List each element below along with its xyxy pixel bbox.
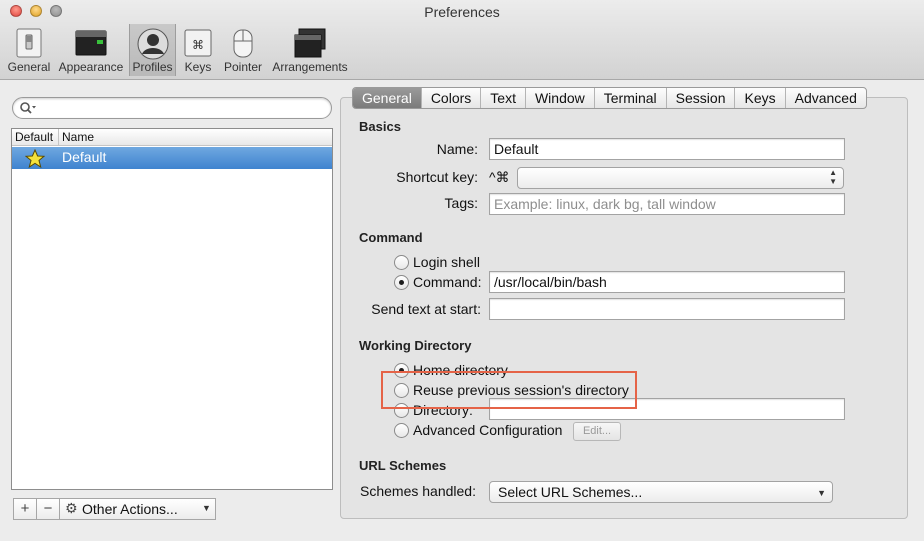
shortcut-modifier-prefix: ^⌘ <box>489 169 510 185</box>
chevron-down-icon: ▼ <box>817 488 826 498</box>
general-switch-icon <box>16 28 42 58</box>
tab-session[interactable]: Session <box>665 88 735 108</box>
toolbar-profiles[interactable]: Profiles <box>129 24 176 76</box>
command-label: Command: <box>413 274 482 290</box>
tags-label: Tags: <box>444 195 478 211</box>
shortcut-key-label: Shortcut key: <box>396 169 478 185</box>
toolbar-label: Arrangements <box>272 60 348 74</box>
tab-colors[interactable]: Colors <box>420 88 480 108</box>
tab-window[interactable]: Window <box>524 88 594 108</box>
column-header-default[interactable]: Default <box>15 130 53 144</box>
command-key-icon: ⌘ <box>184 29 212 57</box>
tab-bar: General Colors Text Window Terminal Sess… <box>352 87 867 109</box>
toolbar-label: Keys <box>184 60 212 74</box>
toolbar-label: Profiles <box>132 60 173 74</box>
toolbar-label: Pointer <box>223 60 263 74</box>
name-label: Name: <box>436 141 478 157</box>
mouse-pointer-icon <box>233 29 253 58</box>
column-header-name[interactable]: Name <box>62 130 94 144</box>
profile-list[interactable]: Default Name Default <box>11 128 333 490</box>
edit-advanced-button[interactable]: Edit... <box>573 422 621 441</box>
profile-row[interactable]: Default <box>12 147 332 169</box>
toolbar: Preferences General Appearance Profiles … <box>0 0 924 80</box>
toolbar-label: General <box>7 60 51 74</box>
add-profile-button[interactable]: + <box>13 498 37 520</box>
tags-field[interactable]: Example: linux, dark bg, tall window <box>489 193 845 215</box>
profile-person-icon <box>137 28 168 60</box>
url-schemes-heading: URL Schemes <box>359 458 447 473</box>
profile-name-field[interactable]: Default <box>489 138 845 160</box>
highlight-box <box>381 371 637 409</box>
shortcut-key-select[interactable]: ▲ ▼ <box>517 167 844 189</box>
command-radio[interactable] <box>394 275 409 290</box>
updown-arrows-icon: ▲ ▼ <box>829 168 837 186</box>
chevron-down-icon: ▼ <box>202 503 211 513</box>
toolbar-general[interactable]: General <box>6 24 52 76</box>
window-arrangements-icon <box>294 28 326 58</box>
profile-search-input[interactable] <box>12 97 332 119</box>
svg-text:⌘: ⌘ <box>192 38 204 52</box>
login-shell-label: Login shell <box>413 254 480 270</box>
command-field[interactable]: /usr/local/bin/bash <box>489 271 845 293</box>
column-divider <box>58 129 59 145</box>
working-directory-heading: Working Directory <box>359 338 472 353</box>
send-text-label: Send text at start: <box>371 301 481 317</box>
basics-heading: Basics <box>359 119 401 134</box>
search-icon <box>20 102 36 114</box>
remove-profile-button[interactable]: − <box>36 498 60 520</box>
tags-placeholder: Example: linux, dark bg, tall window <box>494 196 716 212</box>
gear-icon: ⚙ <box>65 500 78 516</box>
url-schemes-select-value: Select URL Schemes... <box>498 484 643 500</box>
tab-terminal[interactable]: Terminal <box>593 88 666 108</box>
toolbar-appearance[interactable]: Appearance <box>56 24 126 76</box>
toolbar-pointer[interactable]: Pointer <box>220 24 266 76</box>
tab-keys[interactable]: Keys <box>734 88 784 108</box>
profile-list-header: Default Name <box>12 129 332 146</box>
window-title: Preferences <box>424 4 500 20</box>
schemes-handled-label: Schemes handled: <box>360 483 476 499</box>
tab-advanced[interactable]: Advanced <box>784 88 866 108</box>
other-actions-label: Other Actions... <box>82 501 178 517</box>
toolbar-keys[interactable]: ⌘ Keys <box>180 24 216 76</box>
toolbar-arrangements[interactable]: Arrangements <box>270 24 350 76</box>
command-heading: Command <box>359 230 423 245</box>
advanced-configuration-label: Advanced Configuration <box>413 422 563 438</box>
url-schemes-select[interactable]: Select URL Schemes... ▼ <box>489 481 833 503</box>
login-shell-radio[interactable] <box>394 255 409 270</box>
default-star-icon <box>25 149 45 168</box>
toolbar-label: Appearance <box>58 60 124 74</box>
profile-name: Default <box>62 149 107 165</box>
send-text-field[interactable] <box>489 298 845 320</box>
advanced-configuration-radio[interactable] <box>394 423 409 438</box>
tab-general[interactable]: General <box>353 88 421 108</box>
other-actions-menu[interactable]: ⚙ Other Actions... ▼ <box>59 498 216 520</box>
appearance-screen-icon <box>75 30 107 56</box>
tab-text[interactable]: Text <box>480 88 525 108</box>
